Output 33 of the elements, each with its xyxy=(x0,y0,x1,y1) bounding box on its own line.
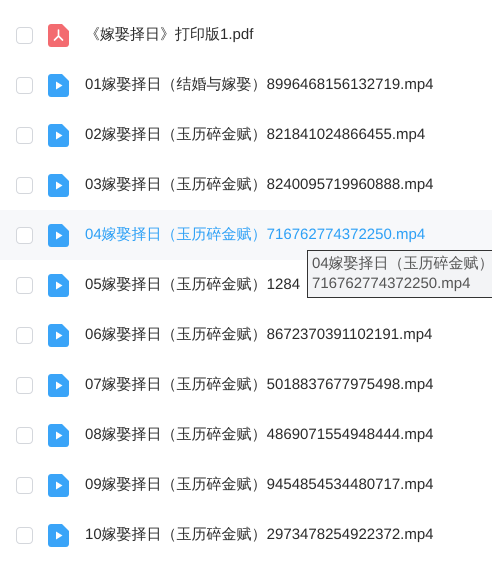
checkbox[interactable] xyxy=(16,26,33,44)
checkbox[interactable] xyxy=(16,76,33,94)
video-file-icon xyxy=(48,224,69,246)
checkbox[interactable] xyxy=(16,376,33,394)
video-file-icon xyxy=(48,274,69,296)
file-name[interactable]: 08嫁娶择日（玉历碎金赋）4869071554948444.mp4 xyxy=(85,424,434,446)
video-file-icon xyxy=(48,324,69,346)
file-name[interactable]: 05嫁娶择日（玉历碎金赋）1284 xyxy=(85,274,300,296)
checkbox[interactable] xyxy=(16,326,33,344)
file-name[interactable]: 《嫁娶择日》打印版1.pdf xyxy=(85,24,254,46)
video-file-icon xyxy=(48,474,69,496)
video-file-icon xyxy=(48,374,69,396)
checkbox[interactable] xyxy=(16,276,33,294)
video-file-icon xyxy=(48,174,69,196)
video-file-icon xyxy=(48,124,69,146)
checkbox[interactable] xyxy=(16,426,33,444)
file-name[interactable]: 01嫁娶择日（结婚与嫁娶）8996468156132719.mp4 xyxy=(85,74,434,96)
file-name[interactable]: 09嫁娶择日（玉历碎金赋）9454854534480717.mp4 xyxy=(85,474,434,496)
file-name[interactable]: 10嫁娶择日（玉历碎金赋）2973478254922372.mp4 xyxy=(85,524,434,546)
checkbox[interactable] xyxy=(16,126,33,144)
video-file-icon xyxy=(48,524,69,546)
video-file-icon xyxy=(48,424,69,446)
checkbox[interactable] xyxy=(16,526,33,544)
file-name[interactable]: 02嫁娶择日（玉历碎金赋）821841024866455.mp4 xyxy=(85,124,426,146)
checkbox[interactable] xyxy=(16,476,33,494)
video-file-icon xyxy=(48,74,69,96)
checkbox[interactable] xyxy=(16,226,33,244)
tooltip-text: 716762774372250.mp4 xyxy=(312,274,472,294)
file-name[interactable]: 03嫁娶择日（玉历碎金赋）8240095719960888.mp4 xyxy=(85,174,434,196)
pdf-file-icon xyxy=(48,24,69,46)
checkbox[interactable] xyxy=(16,176,33,194)
file-name[interactable]: 06嫁娶择日（玉历碎金赋）8672370391102191.mp4 xyxy=(85,324,432,346)
file-name[interactable]: 07嫁娶择日（玉历碎金赋）5018837677975498.mp4 xyxy=(85,374,434,396)
